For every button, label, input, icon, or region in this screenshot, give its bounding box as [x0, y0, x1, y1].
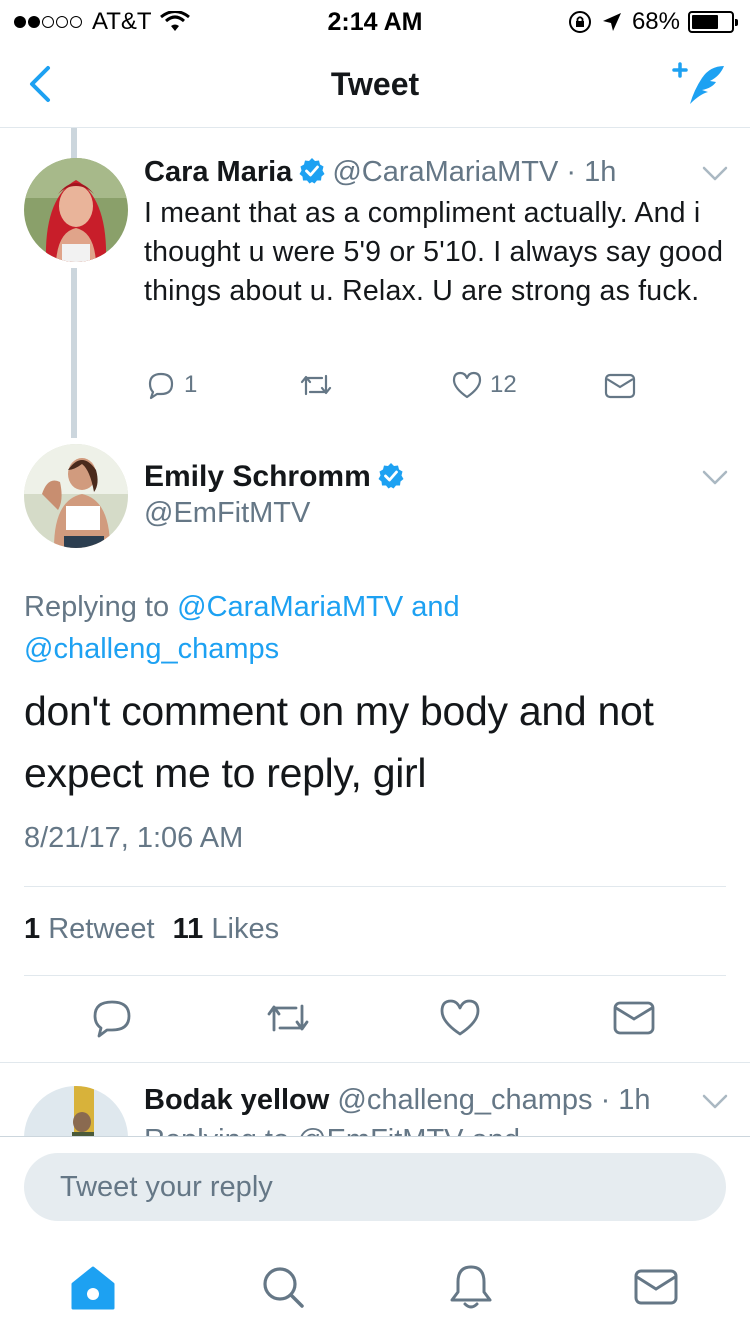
tweet-age-value: · 1h — [600, 1084, 651, 1116]
retweet-stat[interactable]: 1 Retweet — [24, 913, 155, 945]
search-icon[interactable] — [258, 1262, 308, 1312]
tweet-age-value: · 1h — [566, 156, 617, 188]
verified-badge-icon — [299, 158, 325, 184]
reply-tweet-header: Bodak yellow @challeng_champs · 1h — [144, 1084, 651, 1117]
avatar-bodak-yellow[interactable] — [24, 1086, 128, 1136]
replying-prefix: Replying to — [24, 591, 170, 623]
like-label: Likes — [211, 913, 280, 945]
retweet-count: 1 — [24, 913, 41, 945]
dm-action[interactable] — [604, 372, 636, 400]
divider — [0, 1062, 750, 1063]
notifications-icon[interactable] — [446, 1262, 496, 1312]
main-tweet-text: don't comment on my body and not expect … — [24, 688, 654, 796]
location-arrow-icon — [602, 13, 621, 31]
tweet-age — [593, 1084, 601, 1116]
envelope-icon — [604, 373, 636, 399]
thread-line — [71, 268, 77, 438]
retweet-icon — [300, 374, 332, 396]
author-name[interactable]: Bodak yellow — [144, 1084, 329, 1116]
tab-bar — [0, 1240, 750, 1334]
chevron-down-icon[interactable] — [702, 166, 728, 182]
messages-icon[interactable] — [634, 1262, 678, 1312]
reply-tweet[interactable]: Bodak yellow @challeng_champs · 1h Reply… — [0, 1064, 750, 1136]
status-right: 68% — [568, 8, 738, 36]
like-count: 12 — [490, 371, 517, 398]
parent-tweet-text: I meant that as a compliment actually. A… — [144, 197, 724, 307]
replying-to: Replying to @CaraMariaMTV and @challeng_… — [24, 586, 724, 670]
main-author-line: Emily Schromm — [144, 460, 411, 494]
divider — [24, 975, 726, 976]
author-handle[interactable]: @CaraMariaMTV — [332, 156, 558, 188]
heart-icon[interactable] — [440, 998, 480, 1038]
like-action[interactable]: 12 — [452, 370, 517, 400]
nav-bar: Tweet — [0, 40, 750, 128]
envelope-icon[interactable] — [612, 998, 656, 1038]
replying-handle-link[interactable]: @CaraMariaMTV — [177, 591, 403, 623]
rotation-lock-icon — [568, 11, 591, 33]
tweet-stats: 1 Retweet 11 Likes — [24, 913, 279, 946]
status-bar: AT&T 2:14 AM 68% — [0, 0, 750, 40]
replying-and[interactable]: and — [411, 591, 459, 623]
retweet-label: Retweet — [48, 913, 155, 945]
reply-composer — [0, 1136, 750, 1240]
like-count: 11 — [172, 913, 204, 945]
thread-line-top — [71, 128, 77, 158]
chevron-down-icon[interactable] — [702, 1094, 728, 1110]
author-name[interactable]: Emily Schromm — [144, 460, 371, 493]
verified-badge-icon — [378, 463, 404, 489]
author-handle[interactable]: @challeng_champs — [337, 1084, 592, 1116]
home-icon[interactable] — [68, 1262, 118, 1312]
reply-icon — [148, 372, 174, 400]
reply-input-container[interactable] — [24, 1153, 726, 1221]
reply-input[interactable] — [24, 1153, 726, 1221]
battery-icon — [688, 11, 738, 33]
retweet-icon[interactable] — [264, 998, 312, 1038]
author-name[interactable]: Cara Maria — [144, 156, 292, 188]
chevron-down-icon[interactable] — [702, 470, 728, 486]
reply-action[interactable]: 1 — [146, 370, 197, 400]
like-stat[interactable]: 11 Likes — [173, 913, 279, 945]
reply-icon[interactable] — [92, 998, 132, 1038]
battery-percent: 68% — [631, 8, 680, 35]
tweet-timestamp: 8/21/17, 1:06 AM — [24, 822, 244, 854]
parent-tweet-header: Cara Maria @CaraMariaMTV · 1h — [144, 156, 616, 189]
author-handle[interactable]: @EmFitMTV — [144, 497, 310, 530]
heart-icon — [452, 371, 482, 399]
replying-handle-link[interactable]: @challeng_champs — [24, 633, 279, 665]
avatar-cara-maria[interactable] — [24, 158, 128, 262]
compose-tweet-icon[interactable] — [672, 60, 728, 108]
avatar-emily-schromm[interactable] — [24, 444, 128, 548]
reply-count: 1 — [184, 371, 198, 398]
page-title: Tweet — [330, 66, 420, 102]
divider — [24, 886, 726, 887]
retweet-action[interactable] — [298, 370, 334, 400]
reply-tweet-text: Replying to @EmFitMTV and — [144, 1124, 520, 1136]
